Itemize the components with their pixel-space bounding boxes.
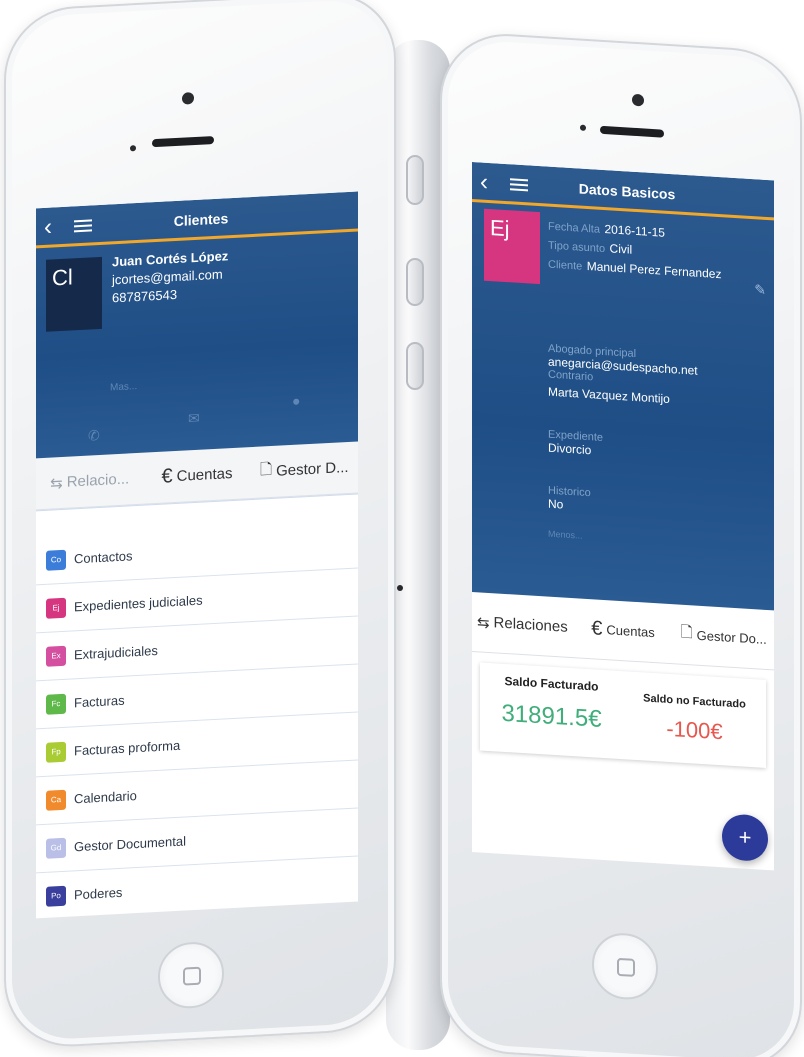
balance-card: Saldo Facturado 31891.5€ Saldo no Factur… [480,662,766,768]
list-item-label: Contactos [74,548,133,567]
tab-label: Cuentas [606,622,655,641]
section-menu-list: Co Contactos Ej Expedientes judiciales E… [36,493,358,919]
tab-label: Relacio... [66,470,130,491]
email-icon[interactable]: ✉ [188,410,200,428]
volume-up-button [406,258,424,306]
client-header: ‹ Clientes Cl Juan Cortés López jcortes@… [36,191,358,459]
tab-gestor[interactable]: 🗋 Gestor D... [251,454,358,485]
fecha-alta-value: 2016-11-15 [604,222,665,240]
list-item-label: Poderes [74,884,123,903]
less-link[interactable]: Menos... [548,529,698,548]
record-fields: Abogado principal anegarcia@sudespacho.n… [548,343,698,548]
tab-relaciones[interactable]: ⇆ Relacio... [36,469,143,493]
euro-icon: € [591,617,603,640]
list-item-label: Facturas proforma [74,737,181,759]
front-camera [632,93,644,107]
proximity-sensor [130,145,136,152]
facturas-icon: Fc [46,693,66,715]
saldo-facturado-value: 31891.5€ [501,699,602,733]
left-app-bar: ‹ Clientes [36,191,358,249]
proximity-sensor [580,124,586,131]
tab-cuentas[interactable]: € Cuentas [573,616,674,645]
edit-pencil-icon[interactable]: ✎ [754,281,766,299]
cliente-label: Cliente [548,258,583,273]
left-phone: ‹ Clientes Cl Juan Cortés López jcortes@… [4,0,396,1050]
record-initials: Ej [490,215,510,242]
mute-switch [406,155,424,205]
earpiece-speaker [600,125,664,138]
saldo-no-facturado: Saldo no Facturado -100€ [623,671,766,768]
front-camera [182,92,194,105]
document-icon: 🗋 [680,623,693,642]
page-title: Clientes [173,210,229,230]
poderes-icon: Po [46,885,66,907]
tab-label: Gestor D... [276,458,349,480]
record-summary: Fecha Alta 2016-11-15 Tipo asunto Civil … [548,217,721,285]
client-initials: Cl [52,264,73,291]
tab-label: Cuentas [176,465,233,485]
client-avatar: Cl [46,256,102,332]
earpiece-speaker [152,135,214,148]
phone-icon[interactable]: ✆ [88,427,100,445]
client-info: Juan Cortés López jcortes@gmail.com 6878… [112,248,228,305]
side-dot [397,585,403,591]
home-button[interactable] [592,931,658,1002]
contactos-icon: Co [46,549,66,571]
calendario-icon: Ca [46,789,66,811]
list-item-label: Gestor Documental [74,833,186,855]
swap-icon: ⇆ [476,613,490,632]
add-fab-button[interactable]: + [722,813,768,863]
swap-icon: ⇆ [50,474,63,493]
fecha-alta-label: Fecha Alta [548,220,600,236]
tab-label: Gestor Do... [696,627,767,647]
left-screen: ‹ Clientes Cl Juan Cortés López jcortes@… [36,191,358,919]
saldo-facturado: Saldo Facturado 31891.5€ [480,662,623,759]
saldo-no-facturado-value: -100€ [666,715,723,745]
list-item-label: Extrajudiciales [74,642,158,663]
right-phone: ‹ Datos Basicos Ej Fecha Alta 2016-11-15… [440,30,802,1057]
chat-icon[interactable]: ● [292,392,300,408]
back-icon[interactable]: ‹ [480,168,502,195]
page-title: Datos Basicos [578,180,676,203]
home-button[interactable] [158,940,224,1010]
record-details: ‹ Datos Basicos Ej Fecha Alta 2016-11-15… [472,161,774,611]
hamburger-menu-icon[interactable] [74,216,92,235]
hamburger-menu-icon[interactable] [510,175,528,194]
client-phone[interactable]: 687876543 [112,284,228,305]
document-icon: 🗋 [260,460,273,479]
tab-gestor[interactable]: 🗋 Gestor Do... [673,621,774,652]
volume-down-button [406,342,424,390]
tab-cuentas[interactable]: € Cuentas [143,461,250,490]
euro-icon: € [161,465,173,488]
back-icon[interactable]: ‹ [44,213,66,240]
list-item-label: Calendario [74,788,137,807]
extrajudiciales-icon: Ex [46,645,66,667]
tipo-asunto-value: Civil [609,241,633,257]
gestor-documental-icon: Gd [46,837,66,859]
tipo-asunto-label: Tipo asunto [548,239,606,256]
saldo-no-facturado-label: Saldo no Facturado [643,692,746,711]
list-item-label: Expedientes judiciales [74,592,203,615]
saldo-facturado-label: Saldo Facturado [504,673,599,694]
list-item-label: Facturas [74,692,125,711]
expedientes-icon: Ej [46,597,66,619]
more-link[interactable]: Mas... [110,381,137,393]
right-screen: ‹ Datos Basicos Ej Fecha Alta 2016-11-15… [472,161,774,871]
record-avatar: Ej [484,208,540,285]
tab-relaciones[interactable]: ⇆ Relaciones [472,612,573,636]
facturas-proforma-icon: Fp [46,741,66,763]
plus-icon: + [738,824,752,851]
tab-label: Relaciones [493,614,568,636]
